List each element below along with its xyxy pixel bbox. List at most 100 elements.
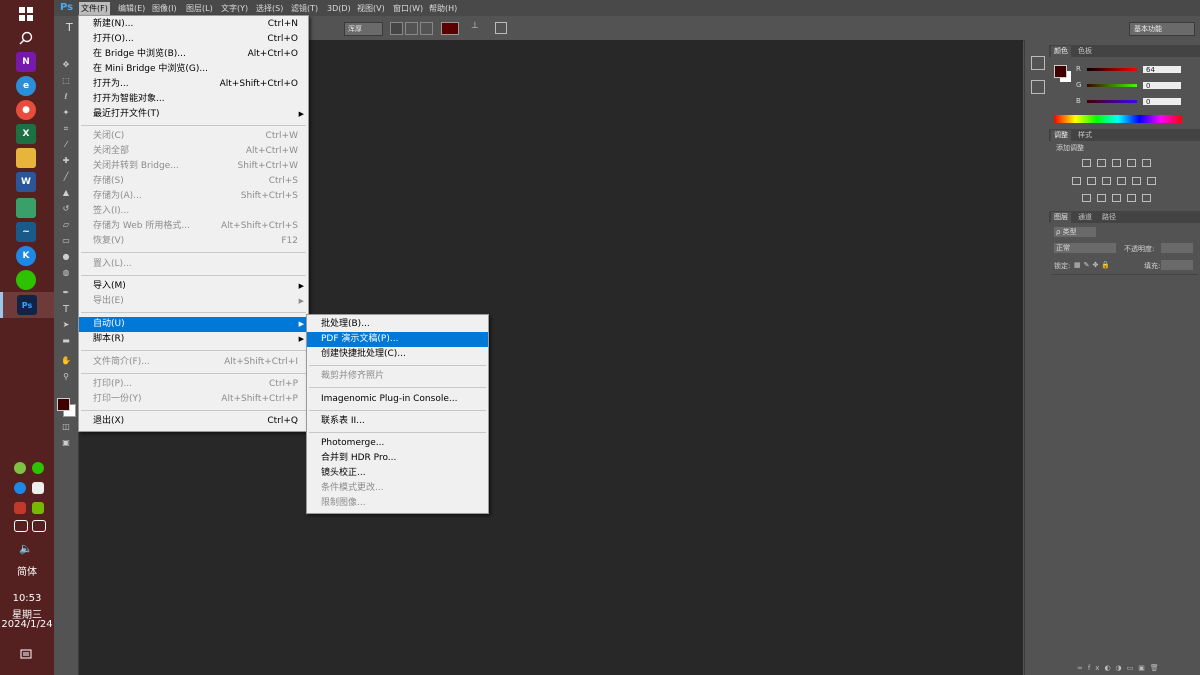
fill-field[interactable] (1161, 260, 1193, 270)
tab-color[interactable]: 颜色 (1051, 46, 1071, 57)
chrome-icon[interactable]: ● (16, 100, 36, 120)
menu-3d[interactable]: 3D(D) (325, 2, 353, 15)
menu-recent-files[interactable]: 最近打开文件(T) ▶ (79, 107, 308, 122)
bw-adj-icon[interactable] (1102, 177, 1111, 185)
magic-wand-tool-icon[interactable]: ✦ (60, 108, 72, 118)
foreground-color-swatch[interactable] (57, 398, 70, 411)
r-value-field[interactable]: 64 (1142, 65, 1182, 74)
menu-exit[interactable]: 退出(X) Ctrl+Q (79, 414, 308, 429)
taskbar-photoshop-active[interactable]: Ps (0, 292, 54, 318)
shield-tray-icon[interactable] (32, 482, 44, 494)
audio-app-icon[interactable]: ~ (16, 222, 36, 242)
lasso-tool-icon[interactable]: ℓ (60, 92, 72, 102)
history-brush-tool-icon[interactable]: ↺ (60, 204, 72, 214)
menu-print[interactable]: 打印(P)... Ctrl+P (79, 377, 308, 392)
menu-close-go-bridge[interactable]: 关闭并转到 Bridge... Shift+Ctrl+W (79, 159, 308, 174)
menu-browse-bridge[interactable]: 在 Bridge 中浏览(B)... Alt+Ctrl+O (79, 47, 308, 62)
browser-app-icon[interactable]: K (16, 246, 36, 266)
menu-create-droplet[interactable]: 创建快捷批处理(C)... (307, 347, 488, 362)
hue-adj-icon[interactable] (1072, 177, 1081, 185)
file-explorer-icon[interactable] (16, 148, 36, 168)
nvidia-tray-icon[interactable] (32, 502, 44, 514)
workspace-select[interactable]: 基本功能 (1129, 22, 1195, 36)
vibrance-adj-icon[interactable] (1142, 159, 1151, 167)
menu-image[interactable]: 图像(I) (150, 2, 179, 15)
word-icon[interactable]: W (16, 172, 36, 192)
wechat-icon[interactable] (16, 270, 36, 290)
display-tray-icon[interactable] (32, 520, 46, 532)
menu-layer[interactable]: 图层(L) (184, 2, 215, 15)
windows-start-icon[interactable] (16, 4, 36, 24)
menu-open[interactable]: 打开(O)... Ctrl+O (79, 32, 308, 47)
menu-browse-mini-bridge[interactable]: 在 Mini Bridge 中浏览(G)... (79, 62, 308, 77)
invert-adj-icon[interactable] (1082, 194, 1091, 202)
color-lookup-adj-icon[interactable] (1147, 177, 1156, 185)
menu-automate[interactable]: 自动(U) ▶ (79, 317, 308, 332)
menu-merge-hdr[interactable]: 合并到 HDR Pro... (307, 451, 488, 466)
menu-help[interactable]: 帮助(H) (427, 2, 459, 15)
menu-file-info[interactable]: 文件简介(F)... Alt+Shift+Ctrl+I (79, 355, 308, 370)
dodge-tool-icon[interactable]: ◍ (60, 268, 72, 278)
menu-filter[interactable]: 滤镜(T) (289, 2, 320, 15)
menu-lens-correction[interactable]: 镜头校正... (307, 466, 488, 481)
exposure-adj-icon[interactable] (1127, 159, 1136, 167)
menu-save[interactable]: 存储(S) Ctrl+S (79, 174, 308, 189)
gradient-map-adj-icon[interactable] (1127, 194, 1136, 202)
volume-icon[interactable]: 🔈 (16, 538, 36, 558)
menu-new[interactable]: 新建(N)... Ctrl+N (79, 17, 308, 32)
posterize-adj-icon[interactable] (1097, 194, 1106, 202)
menu-select[interactable]: 选择(S) (254, 2, 285, 15)
type-tool-icon-box[interactable]: T (60, 304, 72, 315)
search-icon[interactable] (16, 28, 36, 48)
photo-filter-adj-icon[interactable] (1117, 177, 1126, 185)
healing-tool-icon[interactable]: ✚ (60, 156, 72, 166)
network-tray-icon[interactable] (14, 520, 28, 532)
tab-styles[interactable]: 样式 (1075, 130, 1095, 141)
brightness-adj-icon[interactable] (1082, 159, 1091, 167)
menu-imagenomic[interactable]: Imagenomic Plug-in Console... (307, 392, 488, 407)
aa-mode-select[interactable]: 浑厚 (344, 22, 383, 36)
clock-time[interactable]: 10:53 (0, 593, 54, 604)
menu-close[interactable]: 关闭(C) Ctrl+W (79, 129, 308, 144)
g-value-field[interactable]: 0 (1142, 81, 1182, 90)
menu-scripts[interactable]: 脚本(R) ▶ (79, 332, 308, 347)
tab-swatches[interactable]: 色板 (1075, 46, 1095, 57)
crop-tool-icon[interactable]: ⌗ (60, 124, 72, 134)
layer-filter-kind[interactable]: ρ 类型 (1054, 227, 1096, 237)
eraser-tool-icon[interactable]: ▱ (60, 220, 72, 230)
blur-tool-icon[interactable]: ● (60, 252, 72, 262)
clock-date[interactable]: 2024/1/24 (0, 619, 54, 630)
channel-mixer-adj-icon[interactable] (1132, 177, 1141, 185)
menu-contact-sheet[interactable]: 联系表 II... (307, 414, 488, 429)
eyedropper-tool-icon[interactable]: ⁄ (60, 140, 72, 150)
hand-tool-icon[interactable]: ✋ (60, 356, 72, 366)
opacity-field[interactable] (1161, 243, 1193, 253)
menu-pdf-presentation[interactable]: PDF 演示文稿(P)... (307, 332, 488, 347)
tab-adjustments[interactable]: 调整 (1051, 130, 1071, 141)
menu-place[interactable]: 置入(L)... (79, 257, 308, 272)
tab-channels[interactable]: 通道 (1075, 212, 1095, 223)
menu-save-for-web[interactable]: 存储为 Web 所用格式... Alt+Shift+Ctrl+S (79, 219, 308, 234)
align-left-icon[interactable] (390, 22, 403, 35)
color-balance-adj-icon[interactable] (1087, 177, 1096, 185)
zoom-tool-icon[interactable]: ⚲ (60, 372, 72, 382)
quick-mask-icon[interactable]: ◫ (60, 422, 72, 432)
menu-open-smart-object[interactable]: 打开为智能对象... (79, 92, 308, 107)
menu-export[interactable]: 导出(E) ▶ (79, 294, 308, 309)
menu-view[interactable]: 视图(V) (355, 2, 387, 15)
menu-open-as[interactable]: 打开为... Alt+Shift+Ctrl+O (79, 77, 308, 92)
tab-paths[interactable]: 路径 (1099, 212, 1119, 223)
screen-mode-icon[interactable]: ▣ (60, 438, 72, 448)
pen-tool-icon[interactable]: ✒ (60, 288, 72, 298)
notification-icon[interactable] (16, 645, 36, 665)
selective-color-adj-icon[interactable] (1142, 194, 1151, 202)
stamp-tool-icon[interactable]: ▲ (60, 188, 72, 198)
tray-icon-5[interactable] (14, 502, 26, 514)
blend-mode-select[interactable]: 正常 (1054, 243, 1116, 253)
menu-window[interactable]: 窗口(W) (391, 2, 425, 15)
spectrum-bar[interactable] (1054, 115, 1182, 123)
monitor-app-icon[interactable] (16, 198, 36, 218)
warp-text-icon[interactable]: ⊥ (471, 21, 479, 31)
layers-footer-icons[interactable]: ∞fx◐◑▭▣🗑 (1077, 664, 1195, 673)
menu-photomerge[interactable]: Photomerge... (307, 436, 488, 451)
